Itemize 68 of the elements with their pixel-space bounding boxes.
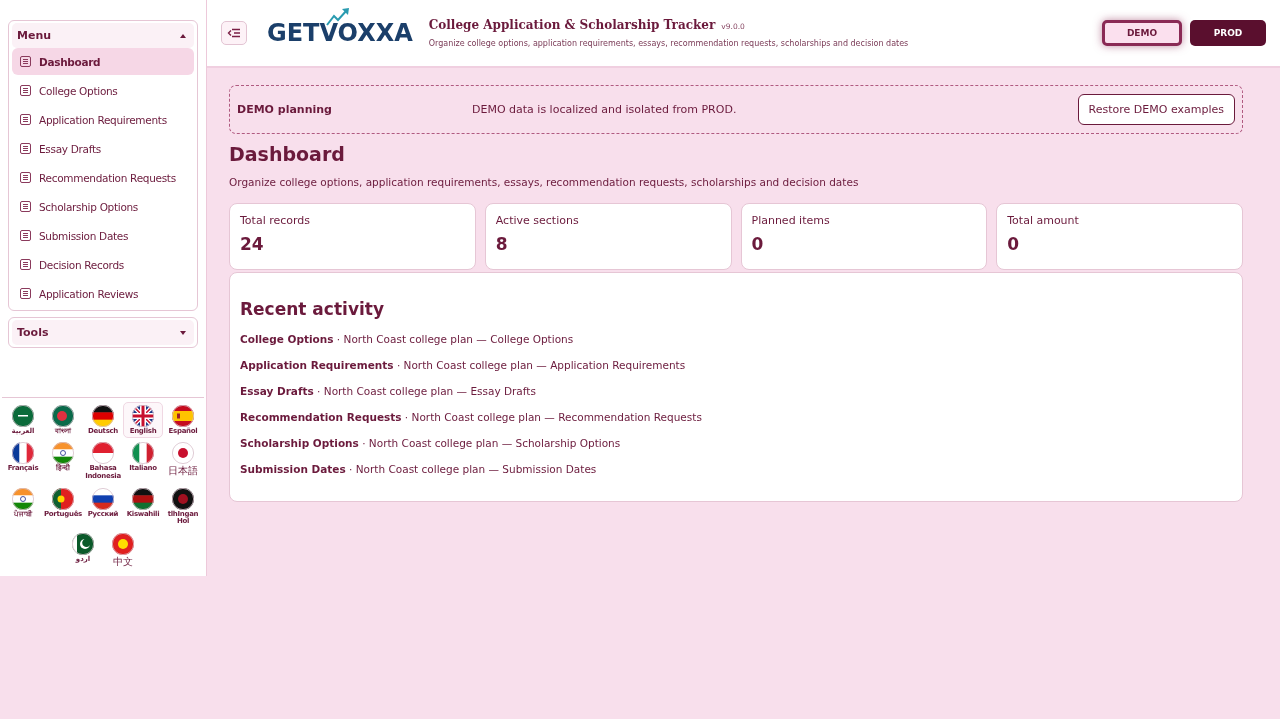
language-button[interactable]: 中文 <box>103 530 143 570</box>
page-title: Dashboard <box>229 143 346 165</box>
activity-entry: College Options · North Coast college plan — College Options <box>240 333 575 345</box>
flag-icon <box>52 442 74 465</box>
flag-icon <box>72 533 94 555</box>
stat-label: Active sections <box>495 214 580 227</box>
activity-entry: Recommendation Requests · North Coast college plan — Recommendation Requests <box>240 411 703 423</box>
flag-icon <box>52 404 74 427</box>
app-subtitle: Organize college options, application requirements, essays, recommendation requests, scholarships and decision dates <box>428 39 909 48</box>
stat-label: Total records <box>240 214 312 227</box>
mode-button[interactable]: DEMO <box>1102 20 1182 46</box>
activity-title: Recent activity <box>240 299 385 319</box>
logo: GETVOXXA <box>267 19 413 47</box>
page-subtitle: Organize college options, application requirements, essays, recommendation requests, scholarships and decision dates <box>229 176 860 188</box>
language-button[interactable]: 日本語 <box>163 439 203 484</box>
app-title: College Application & Scholarship Tracker <box>428 18 716 32</box>
activity-entry: Essay Drafts · North Coast college plan — Essay Drafts <box>240 385 537 397</box>
activity-entry: Scholarship Options · North Coast college plan — Scholarship Options <box>240 437 622 449</box>
caret-icon <box>180 330 186 335</box>
nav-item[interactable]: Scholarship Options <box>12 192 194 221</box>
flag-icon <box>12 442 34 465</box>
nav-item[interactable]: College Options <box>12 76 194 105</box>
caret-icon <box>180 33 186 38</box>
document-icon <box>20 56 31 67</box>
collapse-sidebar-button[interactable] <box>221 21 247 45</box>
restore-button[interactable]: Restore DEMO examples <box>1077 94 1235 125</box>
banner-title: DEMO planning <box>237 103 333 116</box>
document-icon <box>20 85 31 96</box>
document-icon <box>20 259 31 270</box>
document-icon <box>20 201 31 212</box>
stat-value: 0 <box>1007 234 1021 254</box>
nav-item[interactable]: Decision Records <box>12 250 194 279</box>
flag-icon <box>132 487 154 510</box>
nav-item[interactable]: Application Requirements <box>12 105 194 134</box>
flag-icon <box>172 487 194 510</box>
collapse-icon <box>227 28 241 38</box>
stat-value: 24 <box>240 234 265 254</box>
banner-message: DEMO data is localized and isolated from PROD. <box>472 103 738 116</box>
nav-item[interactable]: Recommendation Requests <box>12 163 194 192</box>
document-icon <box>20 230 31 241</box>
activity-entry: Submission Dates · North Coast college plan — Submission Dates <box>240 463 598 475</box>
stat-label: Planned items <box>751 214 831 227</box>
flag-icon <box>112 533 134 555</box>
stat-label: Total amount <box>1007 214 1080 227</box>
nav-item[interactable]: Dashboard <box>12 48 194 75</box>
flag-icon <box>92 487 114 510</box>
flag-icon <box>172 404 194 427</box>
document-icon <box>20 143 31 154</box>
flag-icon <box>12 404 34 427</box>
flag-icon <box>12 487 34 510</box>
document-icon <box>20 172 31 183</box>
flag-icon <box>132 404 154 427</box>
nav-item[interactable]: Essay Drafts <box>12 134 194 163</box>
document-icon <box>20 114 31 125</box>
flag-icon <box>92 404 114 427</box>
mode-button[interactable]: PROD <box>1190 20 1266 46</box>
flag-icon <box>92 442 114 465</box>
document-icon <box>20 288 31 299</box>
nav-item[interactable]: Submission Dates <box>12 221 194 250</box>
flag-icon <box>172 442 194 465</box>
stat-value: 0 <box>751 234 765 254</box>
nav-item[interactable]: Application Reviews <box>12 279 194 308</box>
menu-header[interactable]: Menu <box>12 23 194 48</box>
activity-entry: Application Requirements · North Coast college plan — Application Requirements <box>240 359 687 371</box>
stat-value: 8 <box>495 234 509 254</box>
tools-header[interactable]: Tools <box>12 320 194 345</box>
flag-icon <box>132 442 154 465</box>
flag-icon <box>52 487 74 510</box>
